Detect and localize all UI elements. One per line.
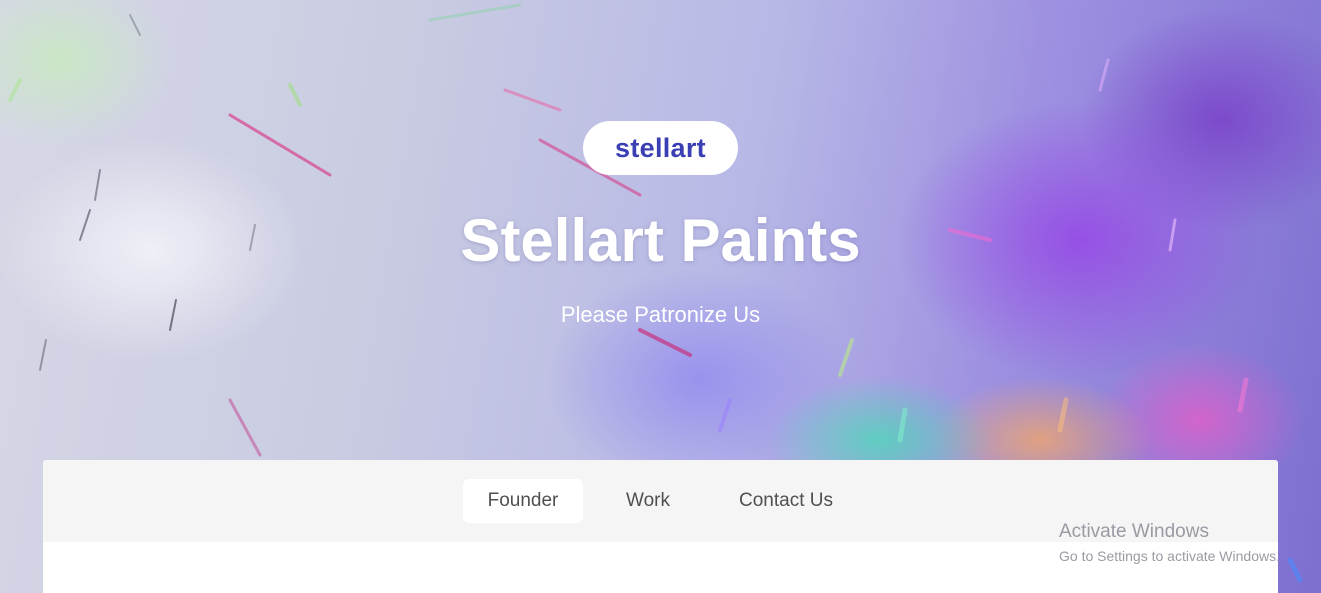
tab-contact-us[interactable]: Contact Us xyxy=(713,479,859,523)
brand-logo[interactable]: stellart xyxy=(583,121,738,175)
tab-founder[interactable]: Founder xyxy=(463,479,583,523)
page-title: Stellart Paints xyxy=(460,207,861,274)
page-subtitle: Please Patronize Us xyxy=(560,302,761,327)
activate-windows-watermark: Activate Windows Go to Settings to activ… xyxy=(1059,520,1321,566)
brand-logo-text: stellart xyxy=(615,132,706,163)
activate-windows-title: Activate Windows xyxy=(1059,521,1209,542)
activate-windows-subtitle: Go to Settings to activate Windows. xyxy=(1059,548,1280,564)
tab-work[interactable]: Work xyxy=(603,479,693,523)
